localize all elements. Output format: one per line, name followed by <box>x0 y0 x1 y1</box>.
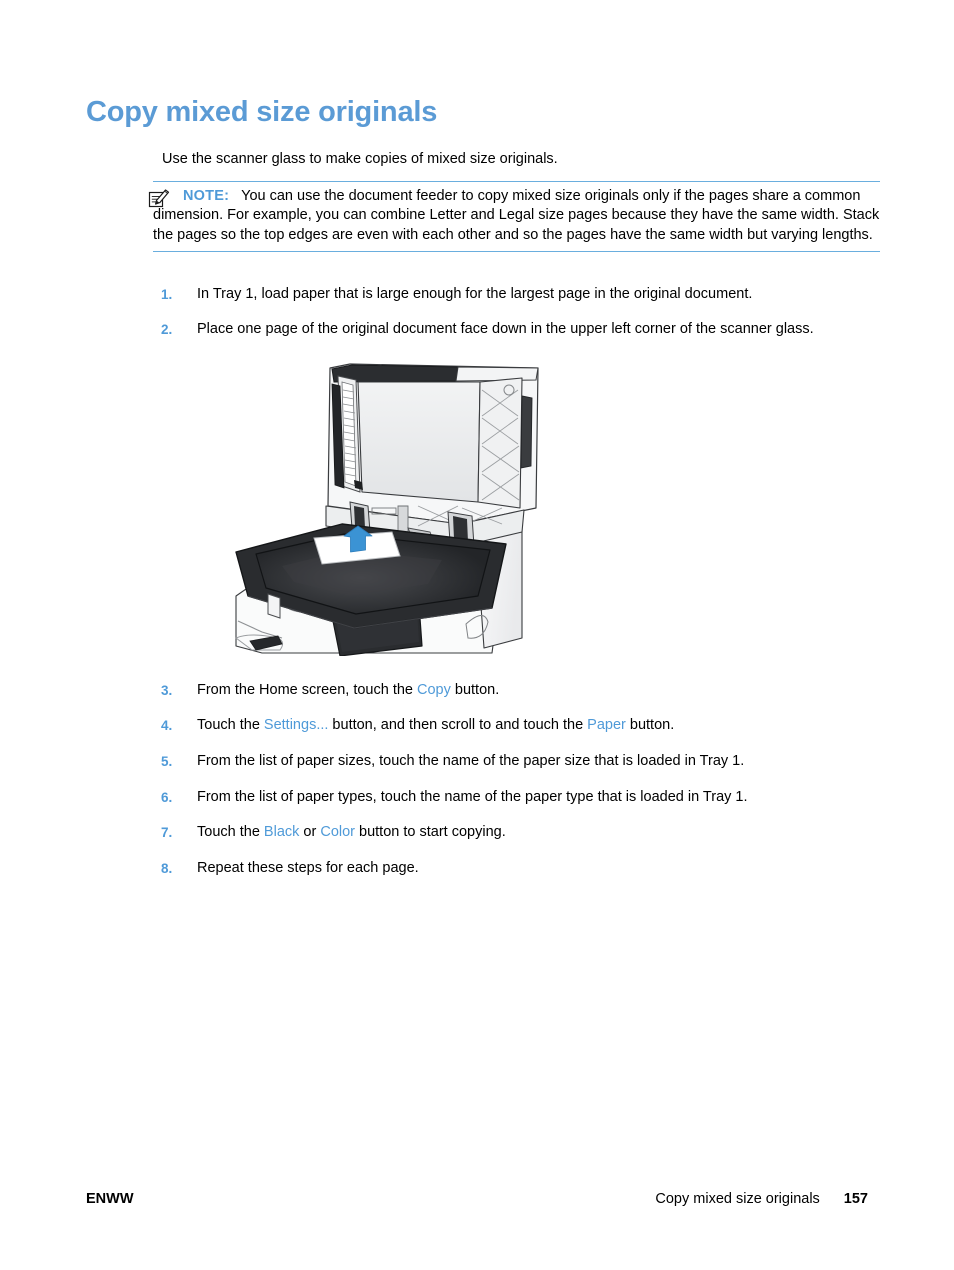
step-number: 5. <box>161 754 173 769</box>
step-number: 7. <box>161 825 173 840</box>
step-text-middle: or <box>299 824 321 840</box>
step-text: From the list of paper sizes, touch the … <box>197 753 745 769</box>
footer-page-number: 157 <box>843 1191 868 1207</box>
step-text: In Tray 1, load paper that is large enou… <box>197 286 753 302</box>
step-number: 3. <box>161 683 173 698</box>
step-item-4: 4. Touch the Settings... button, and the… <box>153 716 893 735</box>
step-text-suffix: button. <box>625 717 675 733</box>
step-text: Place one page of the original document … <box>197 321 814 337</box>
note-admonition: NOTE: You can use the document feeder to … <box>148 181 880 253</box>
ui-reference-settings: Settings... <box>263 717 329 733</box>
footer-locale: ENWW <box>86 1191 134 1207</box>
step-text: Touch the Black or Color button to start… <box>197 824 506 840</box>
ui-reference-copy: Copy <box>417 682 451 698</box>
step-number: 1. <box>161 287 173 302</box>
intro-paragraph: Use the scanner glass to make copies of … <box>162 151 558 167</box>
mfp-scanner-glass-illustration <box>222 356 562 656</box>
note-body: You can use the document feeder to copy … <box>153 188 880 243</box>
step-number: 2. <box>161 322 173 337</box>
step-text: From the list of paper types, touch the … <box>197 789 748 805</box>
step-item-6: 6. From the list of paper types, touch t… <box>153 788 893 807</box>
step-item-8: 8. Repeat these steps for each page. <box>153 859 893 878</box>
step-text-prefix: Touch the <box>197 717 264 733</box>
footer-right-group: Copy mixed size originals 157 <box>655 1191 868 1207</box>
ui-reference-black: Black <box>263 824 300 840</box>
step-number: 6. <box>161 790 173 805</box>
step-item-1: 1. In Tray 1, load paper that is large e… <box>153 285 893 304</box>
step-text-prefix: Touch the <box>197 824 264 840</box>
note-label: NOTE: <box>183 188 230 204</box>
note-pencil-icon <box>148 188 170 208</box>
step-item-7: 7. Touch the Black or Color button to st… <box>153 823 893 842</box>
step-text-middle: button, and then scroll to and touch the <box>328 717 588 733</box>
step-number: 8. <box>161 861 173 876</box>
step-text-suffix: button. <box>450 682 500 698</box>
step-text-suffix: button to start copying. <box>355 824 506 840</box>
step-text: From the Home screen, touch the Copy but… <box>197 682 499 698</box>
ui-reference-paper: Paper <box>587 717 626 733</box>
ui-reference-color: Color <box>320 824 355 840</box>
step-item-5: 5. From the list of paper sizes, touch t… <box>153 752 893 771</box>
step-number: 4. <box>161 718 173 733</box>
step-text-prefix: From the Home screen, touch the <box>197 682 418 698</box>
footer-chapter-title: Copy mixed size originals <box>655 1191 820 1207</box>
step-text: Touch the Settings... button, and then s… <box>197 717 674 733</box>
step-item-3: 3. From the Home screen, touch the Copy … <box>153 681 893 700</box>
note-text-block: NOTE: You can use the document feeder to … <box>153 187 880 245</box>
step-item-2: 2. Place one page of the original docume… <box>153 320 893 339</box>
page-title: Copy mixed size originals <box>86 96 438 128</box>
step-text: Repeat these steps for each page. <box>197 860 419 876</box>
document-page: Copy mixed size originals Use the scanne… <box>0 0 954 1270</box>
